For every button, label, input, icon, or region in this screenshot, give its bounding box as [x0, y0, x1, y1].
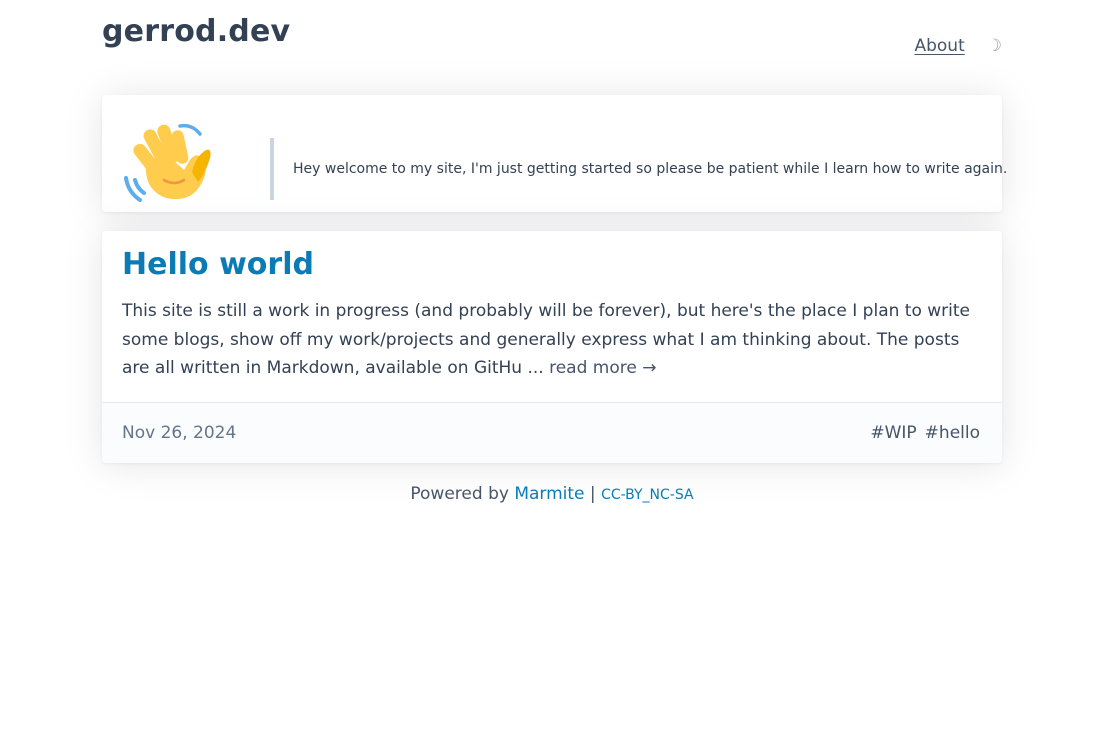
post-excerpt: This site is still a work in progress (a… — [122, 297, 982, 383]
nav-link-about[interactable]: About — [914, 36, 964, 56]
intro-card: Hey welcome to my site, I'm just getting… — [102, 95, 1007, 212]
read-more-link[interactable]: read more → — [549, 358, 656, 378]
post-title-link[interactable]: Hello world — [122, 247, 314, 282]
post-date: Nov 26, 2024 — [122, 423, 237, 443]
post-tags: #WIP #hello — [870, 423, 980, 443]
intro-quote: Hey welcome to my site, I'm just getting… — [270, 138, 1007, 200]
tag-wip[interactable]: #WIP — [870, 423, 916, 443]
powered-by-text: Powered by — [410, 484, 509, 504]
site-footer: Powered by Marmite | CC-BY_NC-SA — [0, 484, 1104, 504]
post-footer: Nov 26, 2024 #WIP #hello — [102, 402, 1002, 463]
site-title-link[interactable]: gerrod.dev — [102, 14, 290, 49]
license-link[interactable]: CC-BY_NC-SA — [601, 487, 694, 503]
marmite-link[interactable]: Marmite — [514, 484, 584, 504]
top-nav: About ☽ — [914, 36, 1002, 56]
post-card: Hello world This site is still a work in… — [102, 231, 1002, 463]
tag-hello[interactable]: #hello — [925, 423, 980, 443]
page: gerrod.dev About ☽ Hey welcome to my sit… — [0, 0, 1104, 752]
footer-separator: | — [589, 484, 596, 504]
intro-text: Hey welcome to my site, I'm just getting… — [293, 161, 1008, 177]
moon-icon[interactable]: ☽ — [987, 37, 1002, 55]
site-header: gerrod.dev About ☽ — [102, 14, 1002, 64]
post-excerpt-text: This site is still a work in progress (a… — [122, 301, 970, 378]
waving-hand-icon — [124, 123, 211, 202]
